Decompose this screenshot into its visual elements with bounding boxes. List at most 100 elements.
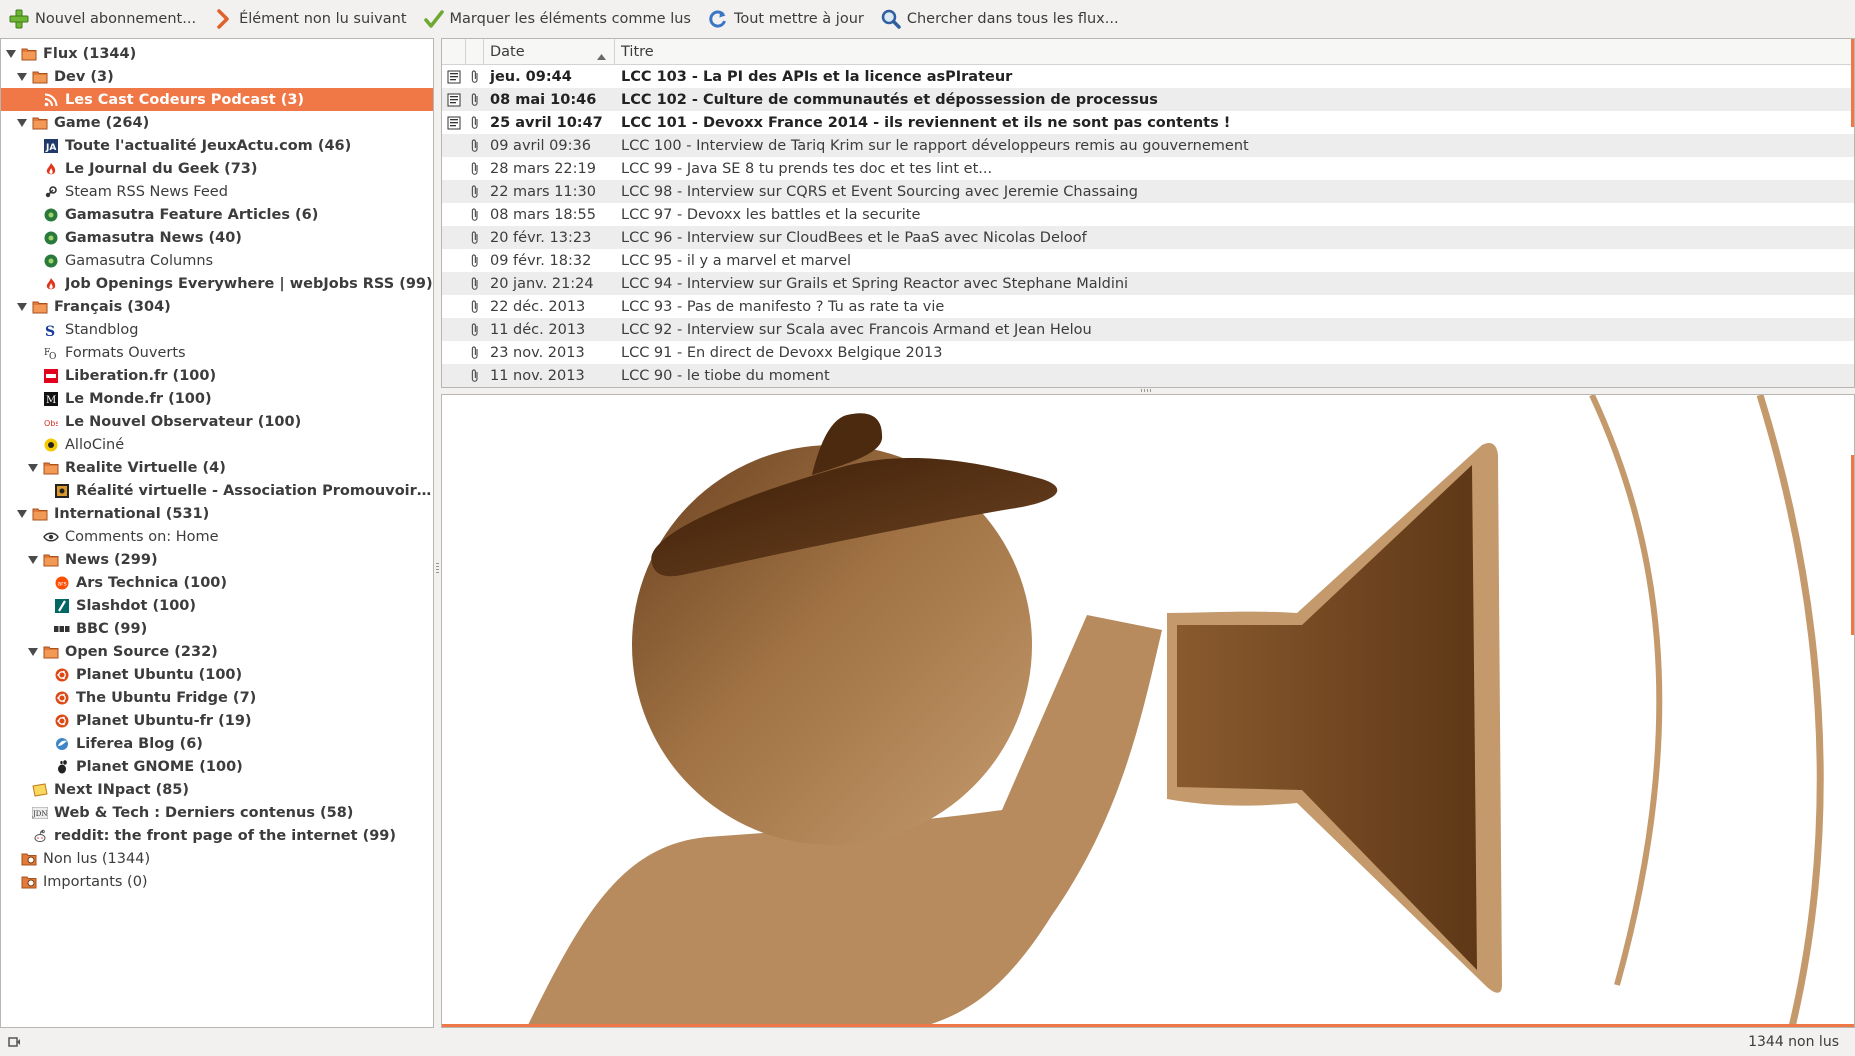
folder-item-flux[interactable]: Flux (1344) bbox=[1, 42, 433, 65]
new-subscription-button[interactable]: Nouvel abonnement... bbox=[0, 4, 204, 34]
feed-item-r-alit-virtuelle-association-promouvoir-la-r-a[interactable]: Réalité virtuelle - Association Promouvo… bbox=[1, 479, 433, 502]
feed-label: Comments on: Home bbox=[65, 528, 219, 545]
item-row[interactable]: 11 déc. 2013 LCC 92 - Interview sur Scala… bbox=[442, 318, 1854, 341]
folder-item-international[interactable]: International (531) bbox=[1, 502, 433, 525]
folder-item-non-lus[interactable]: Non lus (1344) bbox=[1, 847, 433, 870]
feed-item-standblog[interactable]: S Standblog bbox=[1, 318, 433, 341]
item-row[interactable]: jeu. 09:44 LCC 103 - La PI des APIs et la… bbox=[442, 65, 1854, 88]
feed-item-le-monde-fr[interactable]: M Le Monde.fr (100) bbox=[1, 387, 433, 410]
mark-read-button[interactable]: Marquer les éléments comme lus bbox=[415, 4, 699, 34]
column-state-header[interactable] bbox=[442, 39, 466, 64]
expander-open-icon[interactable] bbox=[27, 554, 39, 566]
list-scroll-indicator[interactable] bbox=[1851, 39, 1854, 127]
feed-label: Ars Technica (100) bbox=[76, 574, 228, 591]
feed-item-planet-ubuntu[interactable]: Planet Ubuntu (100) bbox=[1, 663, 433, 686]
paperclip-icon[interactable] bbox=[466, 157, 484, 180]
obs-icon: Obs bbox=[43, 414, 59, 430]
item-row[interactable]: 28 mars 22:19 LCC 99 - Java SE 8 tu prend… bbox=[442, 157, 1854, 180]
item-date: 20 janv. 21:24 bbox=[490, 275, 594, 292]
preview-scroll-indicator[interactable] bbox=[1851, 455, 1854, 635]
feed-item-gamasutra-news[interactable]: Gamasutra News (40) bbox=[1, 226, 433, 249]
paperclip-icon[interactable] bbox=[466, 272, 484, 295]
feed-item-reddit-the-front-page-of-the-internet[interactable]: reddit: the front page of the internet (… bbox=[1, 824, 433, 847]
item-row[interactable]: 08 mars 18:55 LCC 97 - Devoxx les battles… bbox=[442, 203, 1854, 226]
feed-item-job-openings-everywhere-webjobs-rss[interactable]: Job Openings Everywhere | webJobs RSS (9… bbox=[1, 272, 433, 295]
paperclip-icon[interactable] bbox=[466, 341, 484, 364]
paperclip-icon[interactable] bbox=[466, 134, 484, 157]
feed-item-liberation-fr[interactable]: Liberation.fr (100) bbox=[1, 364, 433, 387]
item-row[interactable]: 20 févr. 13:23 LCC 96 - Interview sur Clo… bbox=[442, 226, 1854, 249]
feed-label: Français (304) bbox=[54, 298, 171, 315]
item-row[interactable]: 25 avril 10:47 LCC 101 - Devoxx France 20… bbox=[442, 111, 1854, 134]
feed-item-slashdot[interactable]: Slashdot (100) bbox=[1, 594, 433, 617]
expander-open-icon[interactable] bbox=[16, 508, 28, 520]
feed-item-bbc[interactable]: BBC (99) bbox=[1, 617, 433, 640]
online-status-icon[interactable] bbox=[6, 1034, 22, 1050]
feed-item-gamasutra-feature-articles[interactable]: Gamasutra Feature Articles (6) bbox=[1, 203, 433, 226]
update-all-button[interactable]: Tout mettre à jour bbox=[699, 4, 872, 34]
paperclip-icon[interactable] bbox=[466, 65, 484, 88]
feed-item-web-tech-derniers-contenus[interactable]: JDN Web & Tech : Derniers contenus (58) bbox=[1, 801, 433, 824]
item-row[interactable]: 08 mai 10:46 LCC 102 - Culture de communa… bbox=[442, 88, 1854, 111]
item-row[interactable]: 22 mars 11:30 LCC 98 - Interview sur CQRS… bbox=[442, 180, 1854, 203]
pane-splitter-vertical[interactable] bbox=[434, 38, 441, 1028]
feed-item-formats-ouverts[interactable]: F O Formats Ouverts bbox=[1, 341, 433, 364]
item-row[interactable]: 22 déc. 2013 LCC 93 - Pas de manifesto ? … bbox=[442, 295, 1854, 318]
paperclip-icon[interactable] bbox=[466, 226, 484, 249]
feed-item-le-journal-du-geek[interactable]: Le Journal du Geek (73) bbox=[1, 157, 433, 180]
feed-item-comments-on-home[interactable]: Comments on: Home bbox=[1, 525, 433, 548]
feed-item-planet-gnome[interactable]: Planet GNOME (100) bbox=[1, 755, 433, 778]
item-state-cell bbox=[442, 249, 466, 272]
folder-item-game[interactable]: Game (264) bbox=[1, 111, 433, 134]
expander-open-icon[interactable] bbox=[5, 48, 17, 60]
feed-item-toute-l-actualit-jeuxactu-com[interactable]: JA Toute l'actualité JeuxActu.com (46) bbox=[1, 134, 433, 157]
folder-item-dev[interactable]: Dev (3) bbox=[1, 65, 433, 88]
expander-open-icon[interactable] bbox=[27, 462, 39, 474]
item-state-cell bbox=[442, 226, 466, 249]
paperclip-icon[interactable] bbox=[466, 203, 484, 226]
item-row[interactable]: 11 nov. 2013 LCC 90 - le tiobe du moment bbox=[442, 364, 1854, 387]
paperclip-icon[interactable] bbox=[466, 88, 484, 111]
paperclip-icon[interactable] bbox=[466, 295, 484, 318]
item-list[interactable]: Date Titre jeu. 09:44 LCC 103 - La PI des… bbox=[441, 38, 1855, 388]
feed-item-allocin[interactable]: AlloCiné bbox=[1, 433, 433, 456]
svg-text:JA: JA bbox=[45, 143, 56, 153]
column-enclosure-header[interactable] bbox=[466, 39, 484, 64]
feed-item-next-inpact[interactable]: Next INpact (85) bbox=[1, 778, 433, 801]
item-row[interactable]: 23 nov. 2013 LCC 91 - En direct de Devoxx… bbox=[442, 341, 1854, 364]
item-date: 25 avril 10:47 bbox=[490, 114, 603, 131]
expander-open-icon[interactable] bbox=[16, 71, 28, 83]
item-row[interactable]: 09 avril 09:36 LCC 100 - Interview de Tar… bbox=[442, 134, 1854, 157]
folder-item-importants[interactable]: Importants (0) bbox=[1, 870, 433, 893]
feed-label: Standblog bbox=[65, 321, 139, 338]
item-row[interactable]: 09 févr. 18:32 LCC 95 - il y a marvel et … bbox=[442, 249, 1854, 272]
feed-item-ars-technica[interactable]: ars Ars Technica (100) bbox=[1, 571, 433, 594]
folder-item-fran-ais[interactable]: Français (304) bbox=[1, 295, 433, 318]
expander-open-icon[interactable] bbox=[16, 301, 28, 313]
paperclip-icon[interactable] bbox=[466, 318, 484, 341]
feed-label: Dev (3) bbox=[54, 68, 114, 85]
folder-item-realite-virtuelle[interactable]: Realite Virtuelle (4) bbox=[1, 456, 433, 479]
next-unread-button[interactable]: Élément non lu suivant bbox=[204, 4, 414, 34]
feed-item-gamasutra-columns[interactable]: Gamasutra Columns bbox=[1, 249, 433, 272]
feed-item-steam-rss-news-feed[interactable]: Steam RSS News Feed bbox=[1, 180, 433, 203]
folder-item-open-source[interactable]: Open Source (232) bbox=[1, 640, 433, 663]
expander-open-icon[interactable] bbox=[16, 117, 28, 129]
item-row[interactable]: 20 janv. 21:24 LCC 94 - Interview sur Gra… bbox=[442, 272, 1854, 295]
paperclip-icon[interactable] bbox=[466, 364, 484, 387]
feed-item-le-nouvel-observateur[interactable]: Obs Le Nouvel Observateur (100) bbox=[1, 410, 433, 433]
paperclip-icon[interactable] bbox=[466, 180, 484, 203]
feed-item-the-ubuntu-fridge[interactable]: The Ubuntu Fridge (7) bbox=[1, 686, 433, 709]
paperclip-icon[interactable] bbox=[466, 249, 484, 272]
expander-open-icon[interactable] bbox=[27, 646, 39, 658]
paperclip-icon[interactable] bbox=[466, 111, 484, 134]
mark-read-label: Marquer les éléments comme lus bbox=[449, 11, 691, 27]
feed-item-liferea-blog[interactable]: Liferea Blog (6) bbox=[1, 732, 433, 755]
column-title-header[interactable]: Titre bbox=[615, 39, 1854, 64]
search-all-button[interactable]: Chercher dans tous les flux... bbox=[872, 4, 1127, 34]
feed-tree[interactable]: Flux (1344) Dev (3) Les Cast Codeurs Podca… bbox=[0, 38, 434, 1028]
column-date-header[interactable]: Date bbox=[484, 39, 615, 64]
feed-item-les-cast-codeurs-podcast[interactable]: Les Cast Codeurs Podcast (3) bbox=[1, 88, 433, 111]
folder-item-news[interactable]: News (299) bbox=[1, 548, 433, 571]
feed-item-planet-ubuntu-fr[interactable]: Planet Ubuntu-fr (19) bbox=[1, 709, 433, 732]
